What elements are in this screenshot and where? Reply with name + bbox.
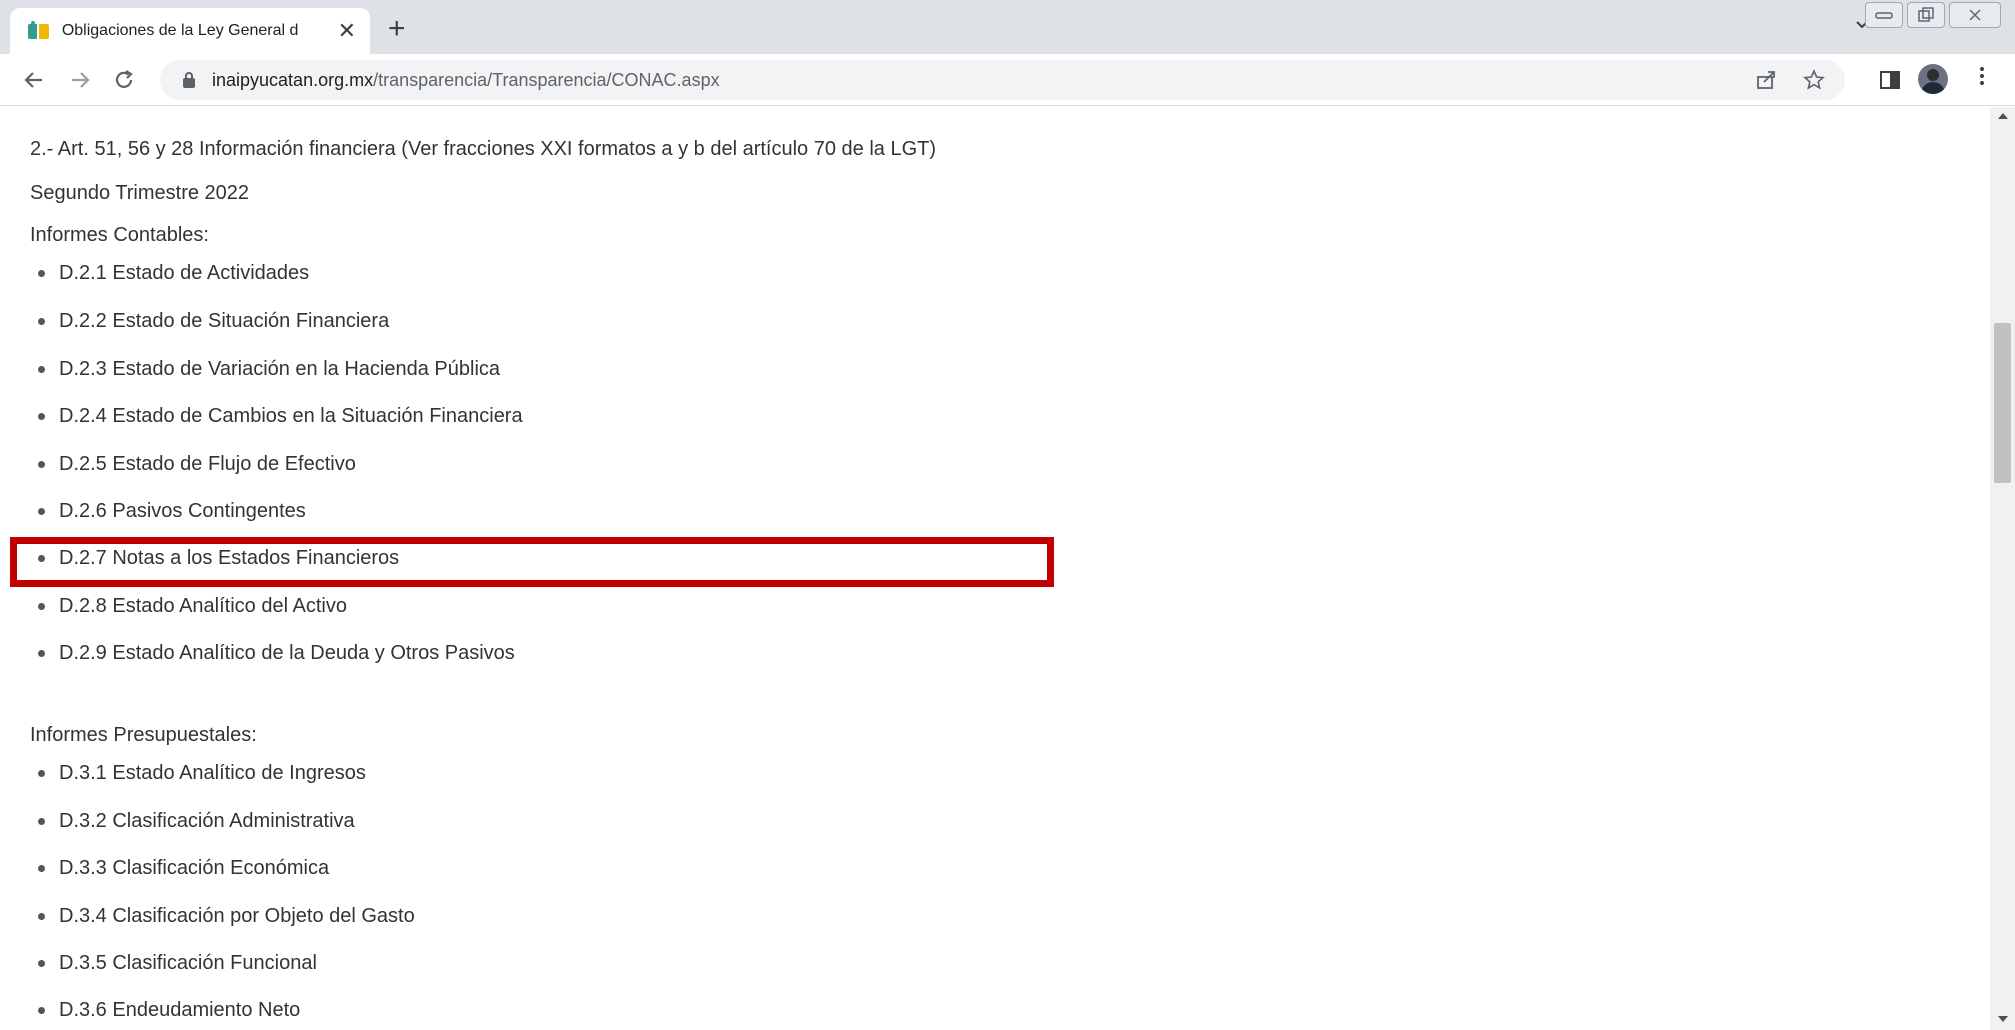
list-item-d26[interactable]: D.2.6 Pasivos Contingentes xyxy=(30,500,306,523)
list-item-d21[interactable]: D.2.1 Estado de Actividades xyxy=(30,262,309,285)
bullet xyxy=(38,960,45,967)
link-d22[interactable]: D.2.2 Estado de Situación Financiera xyxy=(59,310,389,333)
list-item-d34[interactable]: D.3.4 Clasificación por Objeto del Gasto xyxy=(30,905,415,928)
bullet xyxy=(38,603,45,610)
list-item-d28[interactable]: D.2.8 Estado Analítico del Activo xyxy=(30,595,347,618)
share-icon[interactable] xyxy=(1755,69,1777,91)
period-label: Segundo Trimestre 2022 xyxy=(30,182,250,204)
site-favicon-icon xyxy=(28,21,50,41)
star-icon[interactable] xyxy=(1803,69,1825,91)
menu-icon[interactable] xyxy=(1978,64,1986,88)
bullet xyxy=(38,1007,45,1014)
list-item-d25[interactable]: D.2.5 Estado de Flujo de Efectivo xyxy=(30,453,356,476)
contables-title: Informes Contables: xyxy=(30,224,209,246)
list-item-d22[interactable]: D.2.2 Estado de Situación Financiera xyxy=(30,310,389,333)
tab-strip: Obligaciones de la Ley General d ✕ + xyxy=(0,0,2015,54)
back-icon[interactable] xyxy=(22,68,46,92)
link-d29[interactable]: D.2.9 Estado Analítico de la Deuda y Otr… xyxy=(59,642,515,665)
link-d28[interactable]: D.2.8 Estado Analítico del Activo xyxy=(59,595,347,618)
link-d26[interactable]: D.2.6 Pasivos Contingentes xyxy=(59,500,306,523)
browser-tab[interactable]: Obligaciones de la Ley General d ✕ xyxy=(10,8,370,54)
list-item-d23[interactable]: D.2.3 Estado de Variación en la Hacienda… xyxy=(30,358,500,381)
link-d36[interactable]: D.3.6 Endeudamiento Neto xyxy=(59,999,300,1022)
side-panel-icon[interactable] xyxy=(1880,71,1900,89)
bullet xyxy=(38,508,45,515)
avatar[interactable] xyxy=(1918,64,1948,94)
tab-title: Obligaciones de la Ley General d xyxy=(61,22,299,39)
link-d21[interactable]: D.2.1 Estado de Actividades xyxy=(59,262,309,285)
list-item-d32[interactable]: D.3.2 Clasificación Administrativa xyxy=(30,810,355,833)
list-item-d33[interactable]: D.3.3 Clasificación Económica xyxy=(30,857,329,880)
link-d25[interactable]: D.2.5 Estado de Flujo de Efectivo xyxy=(59,453,356,476)
list-item-d36[interactable]: D.3.6 Endeudamiento Neto xyxy=(30,999,300,1022)
bullet xyxy=(38,270,45,277)
list-item-d29[interactable]: D.2.9 Estado Analítico de la Deuda y Otr… xyxy=(30,642,515,665)
link-d24[interactable]: D.2.4 Estado de Cambios en la Situación … xyxy=(59,405,523,428)
forward-icon[interactable] xyxy=(68,68,92,92)
bullet xyxy=(38,413,45,420)
list-item-d35[interactable]: D.3.5 Clasificación Funcional xyxy=(30,952,317,975)
link-d31[interactable]: D.3.1 Estado Analítico de Ingresos xyxy=(59,762,366,785)
bullet xyxy=(38,865,45,872)
bullet xyxy=(38,318,45,325)
vertical-scrollbar[interactable] xyxy=(1990,107,2015,1030)
restore-icon[interactable] xyxy=(1907,2,1945,28)
bullet xyxy=(38,913,45,920)
scroll-up-arrow-icon[interactable] xyxy=(1998,113,2008,119)
link-d23[interactable]: D.2.3 Estado de Variación en la Hacienda… xyxy=(59,358,500,381)
lock-icon[interactable] xyxy=(182,72,196,88)
bullet xyxy=(38,650,45,657)
minimize-icon[interactable] xyxy=(1865,2,1903,28)
reload-icon[interactable] xyxy=(112,68,136,92)
new-tab-button[interactable]: + xyxy=(388,14,406,44)
scroll-thumb[interactable] xyxy=(1994,323,2011,483)
window-controls xyxy=(1865,2,2001,28)
presupuestales-title: Informes Presupuestales: xyxy=(30,724,257,746)
bullet xyxy=(38,461,45,468)
list-item-d31[interactable]: D.3.1 Estado Analítico de Ingresos xyxy=(30,762,366,785)
address-bar[interactable]: inaipyucatan.org.mx /transparencia/Trans… xyxy=(160,60,1845,100)
link-d33[interactable]: D.3.3 Clasificación Económica xyxy=(59,857,329,880)
link-d35[interactable]: D.3.5 Clasificación Funcional xyxy=(59,952,317,975)
link-d32[interactable]: D.3.2 Clasificación Administrativa xyxy=(59,810,355,833)
bullet xyxy=(38,818,45,825)
url-path: /transparencia/Transparencia/CONAC.aspx xyxy=(373,69,720,90)
section-heading: 2.- Art. 51, 56 y 28 Información financi… xyxy=(30,138,936,160)
bullet xyxy=(38,770,45,777)
link-d34[interactable]: D.3.4 Clasificación por Objeto del Gasto xyxy=(59,905,415,928)
browser-toolbar: inaipyucatan.org.mx /transparencia/Trans… xyxy=(0,54,2015,106)
scroll-down-arrow-icon[interactable] xyxy=(1998,1016,2008,1022)
tab-close-icon[interactable]: ✕ xyxy=(338,20,356,42)
close-window-icon[interactable] xyxy=(1949,2,2001,28)
list-item-d24[interactable]: D.2.4 Estado de Cambios en la Situación … xyxy=(30,405,523,428)
bullet xyxy=(38,366,45,373)
highlight-box xyxy=(10,537,1054,587)
url-host: inaipyucatan.org.mx xyxy=(212,69,374,90)
page-content: 2.- Art. 51, 56 y 28 Información financi… xyxy=(0,107,1990,1030)
